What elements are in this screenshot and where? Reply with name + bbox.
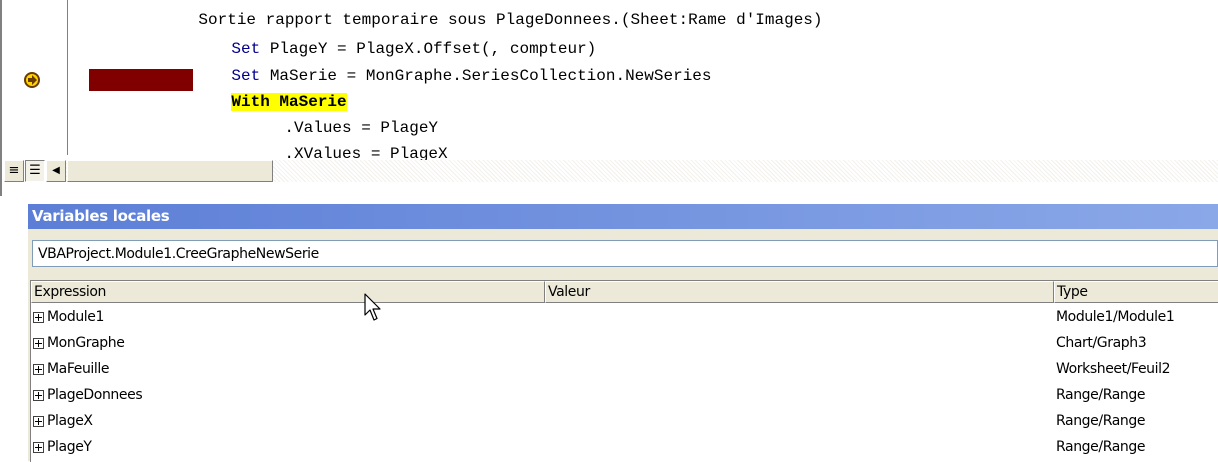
type-cell: Range/Range <box>1056 387 1146 403</box>
type-cell: Range/Range <box>1056 439 1146 455</box>
locals-window-titlebar[interactable]: Variables locales <box>28 204 1218 229</box>
expand-plus-icon[interactable] <box>33 442 44 453</box>
full-module-view-button[interactable]: ☰ <box>25 160 45 182</box>
table-row[interactable]: MaFeuille Worksheet/Feuil2 <box>31 358 1218 384</box>
expand-plus-icon[interactable] <box>33 364 44 375</box>
locals-window: VBAProject.Module1.CreeGrapheNewSerie Ex… <box>28 229 1218 462</box>
horizontal-scrollbar[interactable]: ◀ <box>46 160 1218 182</box>
expand-plus-icon[interactable] <box>33 338 44 349</box>
column-header-value[interactable]: Valeur <box>545 281 1054 303</box>
column-header-type[interactable]: Type <box>1054 281 1218 303</box>
type-cell: Range/Range <box>1056 413 1146 429</box>
type-cell: Chart/Graph3 <box>1056 335 1147 351</box>
breakpoint-highlight <box>89 69 193 91</box>
expression-cell: MonGraphe <box>47 335 125 351</box>
column-header-expression[interactable]: Expression <box>31 281 545 303</box>
expand-plus-icon[interactable] <box>33 312 44 323</box>
type-cell: Worksheet/Feuil2 <box>1056 361 1171 377</box>
procedure-view-button[interactable]: ≡ <box>4 160 24 182</box>
expression-cell: MaFeuille <box>47 361 110 377</box>
expand-plus-icon[interactable] <box>33 416 44 427</box>
locals-grid: Expression Valeur Type Module1 Module1/M… <box>30 280 1218 462</box>
table-row[interactable]: PlageX Range/Range <box>31 410 1218 436</box>
context-field[interactable]: VBAProject.Module1.CreeGrapheNewSerie <box>32 240 1218 267</box>
scroll-left-arrow-icon[interactable]: ◀ <box>46 160 66 182</box>
locals-window-title: Variables locales <box>32 207 170 225</box>
expression-cell: PlageDonnees <box>47 387 143 403</box>
table-row[interactable]: MonGraphe Chart/Graph3 <box>31 332 1218 358</box>
expression-cell: PlageY <box>47 439 92 455</box>
expression-cell: PlageX <box>47 413 93 429</box>
type-cell: Module1/Module1 <box>1056 309 1175 325</box>
execution-pointer-icon <box>24 72 40 88</box>
table-row[interactable]: PlageY Range/Range <box>31 436 1218 462</box>
table-row[interactable]: PlageDonnees Range/Range <box>31 384 1218 410</box>
expression-cell: Module1 <box>47 309 105 325</box>
context-text: VBAProject.Module1.CreeGrapheNewSerie <box>38 246 319 262</box>
expand-plus-icon[interactable] <box>33 390 44 401</box>
table-row[interactable]: Module1 Module1/Module1 <box>31 306 1218 332</box>
scrollbar-thumb[interactable] <box>67 160 273 182</box>
mouse-pointer-icon <box>364 293 381 321</box>
code-window[interactable]: Sortie rapport temporaire sous PlageDonn… <box>0 0 1218 196</box>
